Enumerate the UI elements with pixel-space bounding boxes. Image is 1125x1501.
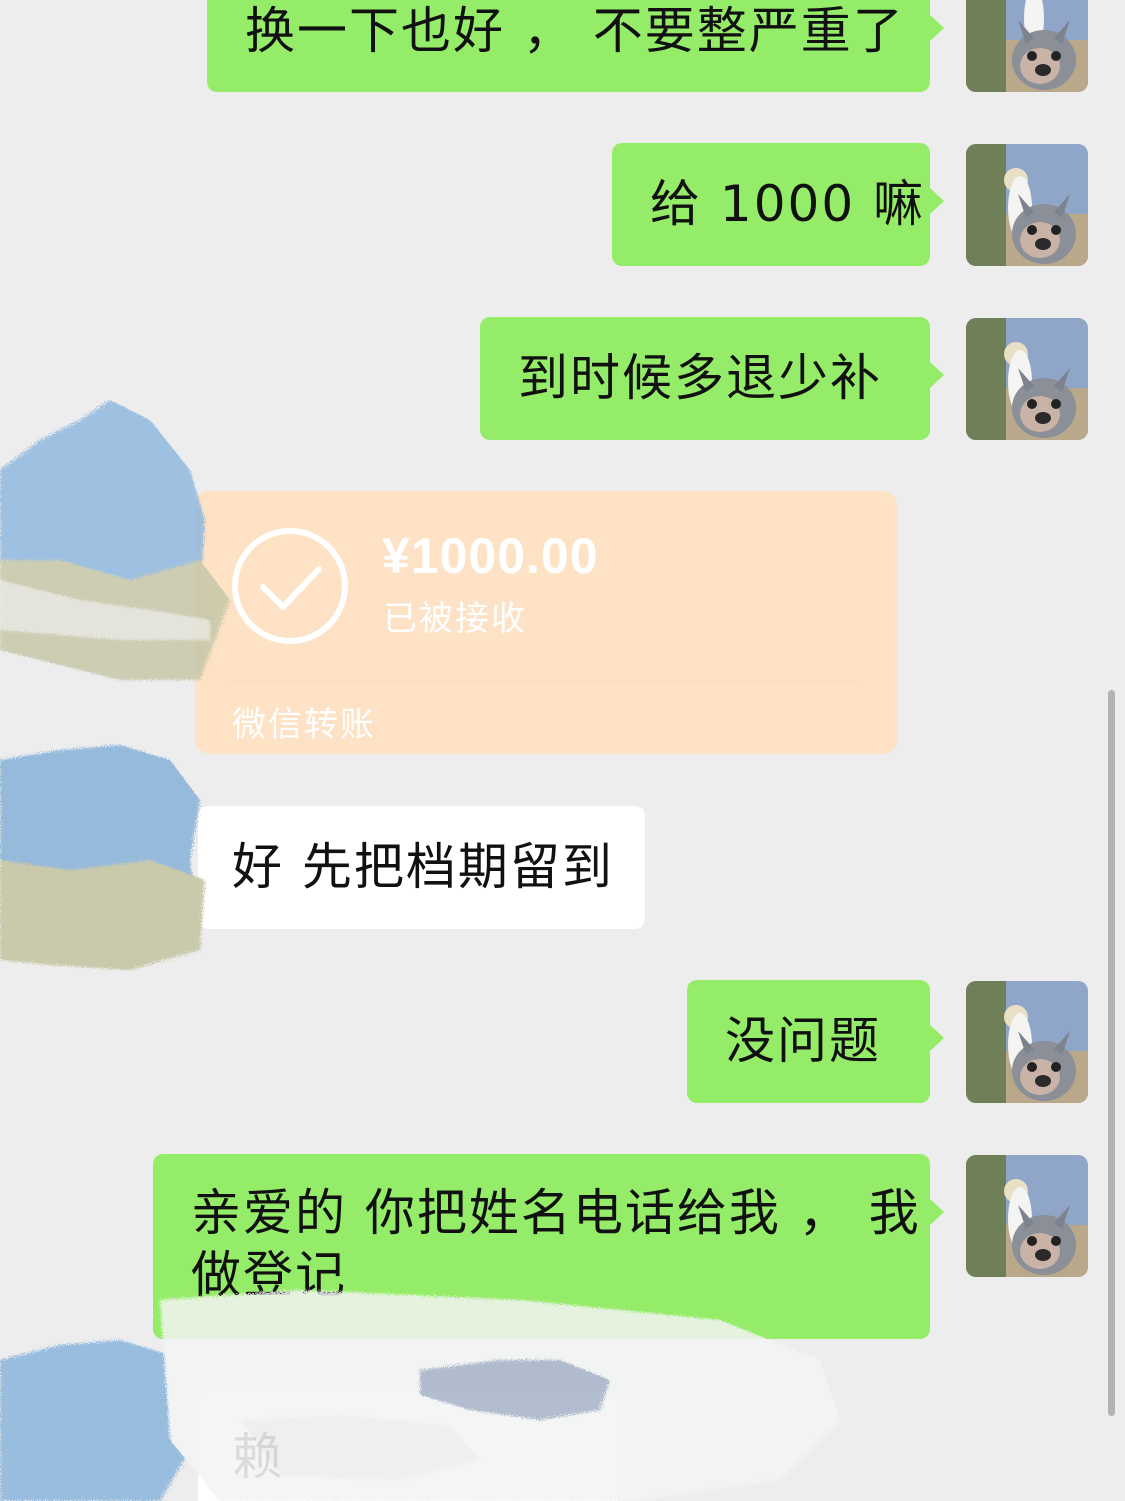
avatar-photo-icon: [966, 0, 1088, 92]
check-circle-icon: [232, 528, 348, 644]
chat-area: 换一下也好 ， 不要整严重了 给 1000 嘛 到时候多退少补 ¥1000.00…: [0, 0, 1125, 1501]
outgoing-message-bubble[interactable]: 到时候多退少补: [480, 317, 944, 440]
incoming-message-bubble[interactable]: 好 先把档期留到: [198, 806, 645, 929]
avatar[interactable]: [966, 144, 1088, 266]
message-text: 没问题: [725, 1012, 881, 1070]
message-text: 赖: [232, 1428, 284, 1486]
message-text: 换一下也好 ， 不要整严重了: [245, 2, 905, 60]
avatar-photo-icon: [966, 318, 1088, 440]
avatar-photo-icon: [966, 144, 1088, 266]
incoming-message-bubble[interactable]: 赖: [198, 1392, 618, 1501]
message-text: 好 先把档期留到: [232, 838, 614, 896]
outgoing-message-bubble[interactable]: 亲爱的 你把姓名电话给我 ， 我 做登记: [153, 1154, 944, 1339]
message-text: 到时候多退少补: [518, 349, 882, 407]
outgoing-message-bubble[interactable]: 换一下也好 ， 不要整严重了: [207, 0, 944, 92]
outgoing-message-bubble[interactable]: 没问题: [687, 980, 944, 1103]
scrollbar[interactable]: [1108, 690, 1115, 1416]
outgoing-message-bubble[interactable]: 给 1000 嘛: [612, 143, 944, 266]
avatar[interactable]: [966, 318, 1088, 440]
divider: [231, 681, 857, 682]
avatar-photo-icon: [966, 1155, 1088, 1277]
message-text-line: 做登记: [191, 1246, 347, 1304]
transfer-card[interactable]: ¥1000.00 已被接收 微信转账: [195, 491, 897, 754]
transfer-amount: ¥1000.00: [382, 528, 599, 584]
avatar[interactable]: [966, 1155, 1088, 1277]
avatar[interactable]: [966, 0, 1088, 92]
transfer-footer-label: 微信转账: [232, 705, 376, 745]
avatar[interactable]: [966, 981, 1088, 1103]
message-text-line: 亲爱的 你把姓名电话给我 ， 我: [191, 1184, 921, 1242]
transfer-status: 已被接收: [383, 599, 527, 639]
message-text: 给 1000 嘛: [650, 175, 926, 233]
avatar-photo-icon: [966, 981, 1088, 1103]
